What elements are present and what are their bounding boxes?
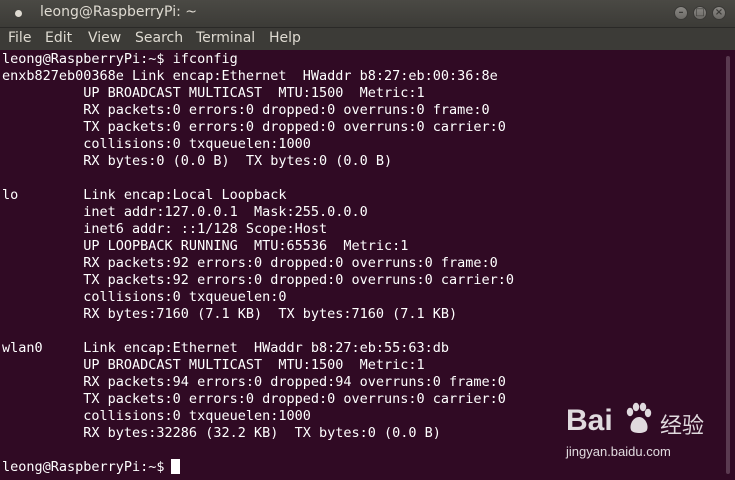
menu-terminal[interactable]: Terminal <box>196 30 255 46</box>
terminal-line: wlan0 Link encap:Ethernet HWaddr b8:27:e… <box>2 340 450 356</box>
paw-icon <box>626 402 652 433</box>
baidu-watermark: Bai 经验 jingyan.baidu.com <box>560 400 730 464</box>
terminal-line: UP BROADCAST MULTICAST MTU:1500 Metric:1 <box>2 85 425 101</box>
terminal-line: TX packets:92 errors:0 dropped:0 overrun… <box>2 272 515 288</box>
menu-bar: File Edit View Search Terminal Help <box>0 28 735 50</box>
title-bar[interactable]: leong@RaspberryPi: ~ – □ × <box>0 0 735 28</box>
terminal-line: lo Link encap:Local Loopback <box>2 187 287 203</box>
terminal-line: collisions:0 txqueuelen:1000 <box>2 408 311 424</box>
menu-view[interactable]: View <box>88 30 121 46</box>
terminal-line: RX bytes:0 (0.0 B) TX bytes:0 (0.0 B) <box>2 153 393 169</box>
terminal-window: leong@RaspberryPi: ~ – □ × File Edit Vie… <box>0 0 735 480</box>
window-menu-icon[interactable] <box>15 10 22 17</box>
menu-file[interactable]: File <box>8 30 31 46</box>
terminal-line: collisions:0 txqueuelen:1000 <box>2 136 311 152</box>
terminal-line: inet addr:127.0.0.1 Mask:255.0.0.0 <box>2 204 368 220</box>
terminal-line: TX packets:0 errors:0 dropped:0 overruns… <box>2 391 506 407</box>
text-cursor <box>170 459 180 474</box>
terminal-line: TX packets:0 errors:0 dropped:0 overruns… <box>2 119 506 135</box>
terminal-line: enxb827eb00368e Link encap:Ethernet HWad… <box>2 68 498 84</box>
watermark-suffix: 经验 <box>660 414 705 439</box>
prompt-text: leong@RaspberryPi:~$ <box>2 459 165 475</box>
terminal-line: inet6 addr: ::1/128 Scope:Host <box>2 221 328 237</box>
terminal-line: RX packets:0 errors:0 dropped:0 overruns… <box>2 102 490 118</box>
window-title: leong@RaspberryPi: ~ <box>40 4 197 20</box>
terminal-line: RX packets:94 errors:0 dropped:94 overru… <box>2 374 506 390</box>
terminal-line: RX bytes:7160 (7.1 KB) TX bytes:7160 (7.… <box>2 306 458 322</box>
minimize-button[interactable]: – <box>674 6 688 20</box>
menu-edit[interactable]: Edit <box>45 30 72 46</box>
terminal-line: UP BROADCAST MULTICAST MTU:1500 Metric:1 <box>2 357 425 373</box>
terminal-line: RX packets:92 errors:0 dropped:0 overrun… <box>2 255 498 271</box>
terminal-line: leong@RaspberryPi:~$ ifconfig <box>2 51 238 67</box>
prompt-line[interactable]: leong@RaspberryPi:~$ <box>2 459 180 476</box>
menu-help[interactable]: Help <box>269 30 301 46</box>
maximize-button[interactable]: □ <box>693 6 707 20</box>
watermark-url: jingyan.baidu.com <box>566 444 671 459</box>
terminal-line: collisions:0 txqueuelen:0 <box>2 289 287 305</box>
menu-search[interactable]: Search <box>135 30 183 46</box>
watermark-logo: Bai <box>566 404 613 437</box>
close-button[interactable]: × <box>712 6 726 20</box>
terminal-line: UP LOOPBACK RUNNING MTU:65536 Metric:1 <box>2 238 409 254</box>
terminal-line: RX bytes:32286 (32.2 KB) TX bytes:0 (0.0… <box>2 425 441 441</box>
